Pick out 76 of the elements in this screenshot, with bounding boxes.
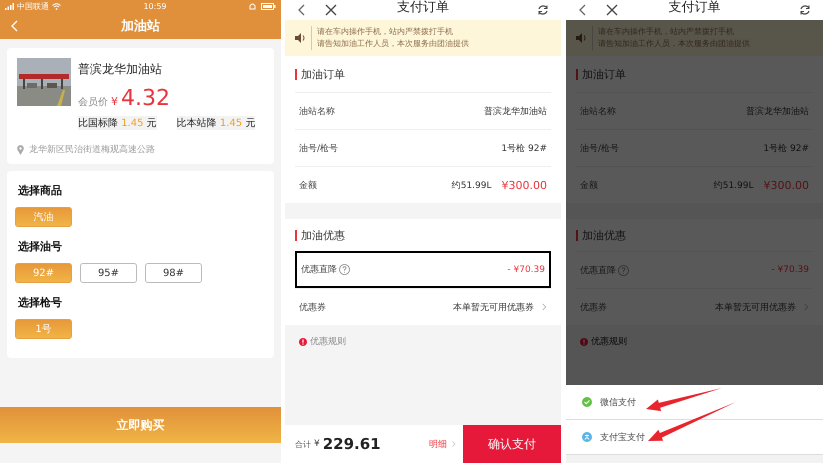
row-label: 油站名称 xyxy=(299,106,335,118)
confirm-pay-button[interactable]: 确认支付 xyxy=(463,425,561,463)
row-label: 优惠直降 xyxy=(580,264,616,276)
total-amount: 229.61 xyxy=(322,435,381,453)
back-icon xyxy=(578,4,586,16)
page-title: 支付订单 xyxy=(668,0,720,16)
group-title: 选择商品 xyxy=(18,183,63,198)
wifi-icon xyxy=(52,3,61,10)
group-title: 选择枪号 xyxy=(18,295,63,310)
signal-icon xyxy=(5,3,14,10)
row-value: ¥300.00 xyxy=(502,178,547,192)
close-icon[interactable] xyxy=(325,4,337,16)
chevron-right-icon xyxy=(804,303,809,311)
row-label: 优惠券 xyxy=(299,302,326,314)
back-icon xyxy=(297,4,305,16)
total-label: 合计 xyxy=(295,438,311,450)
currency-sign: ¥ xyxy=(314,439,320,449)
chevron-right-icon xyxy=(542,303,547,311)
section-title: 加油订单 xyxy=(295,68,345,80)
row-value: 1号枪 92# xyxy=(763,142,809,154)
discount-text: 比本站降 1.45 元 xyxy=(176,116,256,130)
alert-icon xyxy=(299,338,307,346)
row-label: 优惠券 xyxy=(580,302,607,314)
battery-icon xyxy=(261,3,276,10)
buy-button[interactable]: 立即购买 xyxy=(0,407,281,443)
section-title: 加油订单 xyxy=(576,68,626,80)
nav-title: 加油站 xyxy=(121,18,160,35)
row-value: ¥300.00 xyxy=(764,178,809,192)
station-name: 普滨龙华加油站 xyxy=(78,61,163,78)
coupon-status: 本单暂无可用优惠券 xyxy=(453,302,534,314)
alert-icon xyxy=(580,338,588,346)
price-label: 会员价 xyxy=(78,96,108,109)
coupon-status: 本单暂无可用优惠券 xyxy=(715,302,796,314)
member-price: 4.32 xyxy=(121,86,170,111)
notice-text: 请告知加油工作人员，本次服务由团油提供 xyxy=(317,38,469,50)
group-title: 选择油号 xyxy=(18,239,63,254)
speaker-icon xyxy=(576,33,587,43)
discount-text: 比国标降 1.45 元 xyxy=(78,116,157,130)
rules-link[interactable]: 优惠规则 xyxy=(299,335,346,348)
detail-link[interactable]: 明细 xyxy=(429,438,447,450)
row-value: 普滨龙华加油站 xyxy=(484,105,547,118)
option-chip[interactable]: 98# xyxy=(145,263,202,283)
refresh-icon[interactable] xyxy=(537,4,549,16)
row-label: 油号/枪号 xyxy=(299,142,338,154)
row-label: 金额 xyxy=(580,180,598,192)
payment-option[interactable]: 支付宝支付 xyxy=(566,420,823,455)
page-title: 支付订单 xyxy=(397,0,449,16)
option-chip[interactable]: 95# xyxy=(80,263,137,283)
speaker-icon xyxy=(295,33,306,43)
row-label: 油站名称 xyxy=(580,106,616,118)
row-label: 金额 xyxy=(299,180,317,192)
volume-text: 约51.99L xyxy=(714,180,754,192)
check-circle-icon xyxy=(582,397,592,407)
help-icon[interactable] xyxy=(339,264,350,275)
station-address: 龙华新区民治街道梅观高速公路 xyxy=(29,144,155,156)
row-value: - ¥70.39 xyxy=(507,264,545,274)
payment-option[interactable]: 微信支付 xyxy=(566,385,823,420)
row-value: - ¥70.39 xyxy=(771,265,809,275)
location-pin-icon xyxy=(17,144,24,154)
currency-sign: ¥ xyxy=(111,95,118,108)
back-icon[interactable] xyxy=(10,20,18,32)
section-title: 加油优惠 xyxy=(576,230,626,240)
carrier-name: 中国联通 xyxy=(17,1,49,12)
payment-logo-icon xyxy=(582,432,592,442)
refresh-icon[interactable] xyxy=(799,4,811,16)
notice-text: 请在车内操作手机，站内严禁拨打手机 xyxy=(317,26,454,38)
section-title: 加油优惠 xyxy=(295,230,345,240)
rules-link[interactable]: 优惠规则 xyxy=(580,335,627,348)
close-icon[interactable] xyxy=(606,4,618,16)
row-label: 优惠直降 xyxy=(301,264,337,276)
row-value: 1号枪 92# xyxy=(501,142,547,154)
row-value: 普滨龙华加油站 xyxy=(746,105,809,118)
row-label: 油号/枪号 xyxy=(580,142,620,154)
volume-text: 约51.99L xyxy=(452,180,492,192)
status-time: 10:59 xyxy=(143,2,167,11)
chevron-down-icon xyxy=(451,441,457,447)
